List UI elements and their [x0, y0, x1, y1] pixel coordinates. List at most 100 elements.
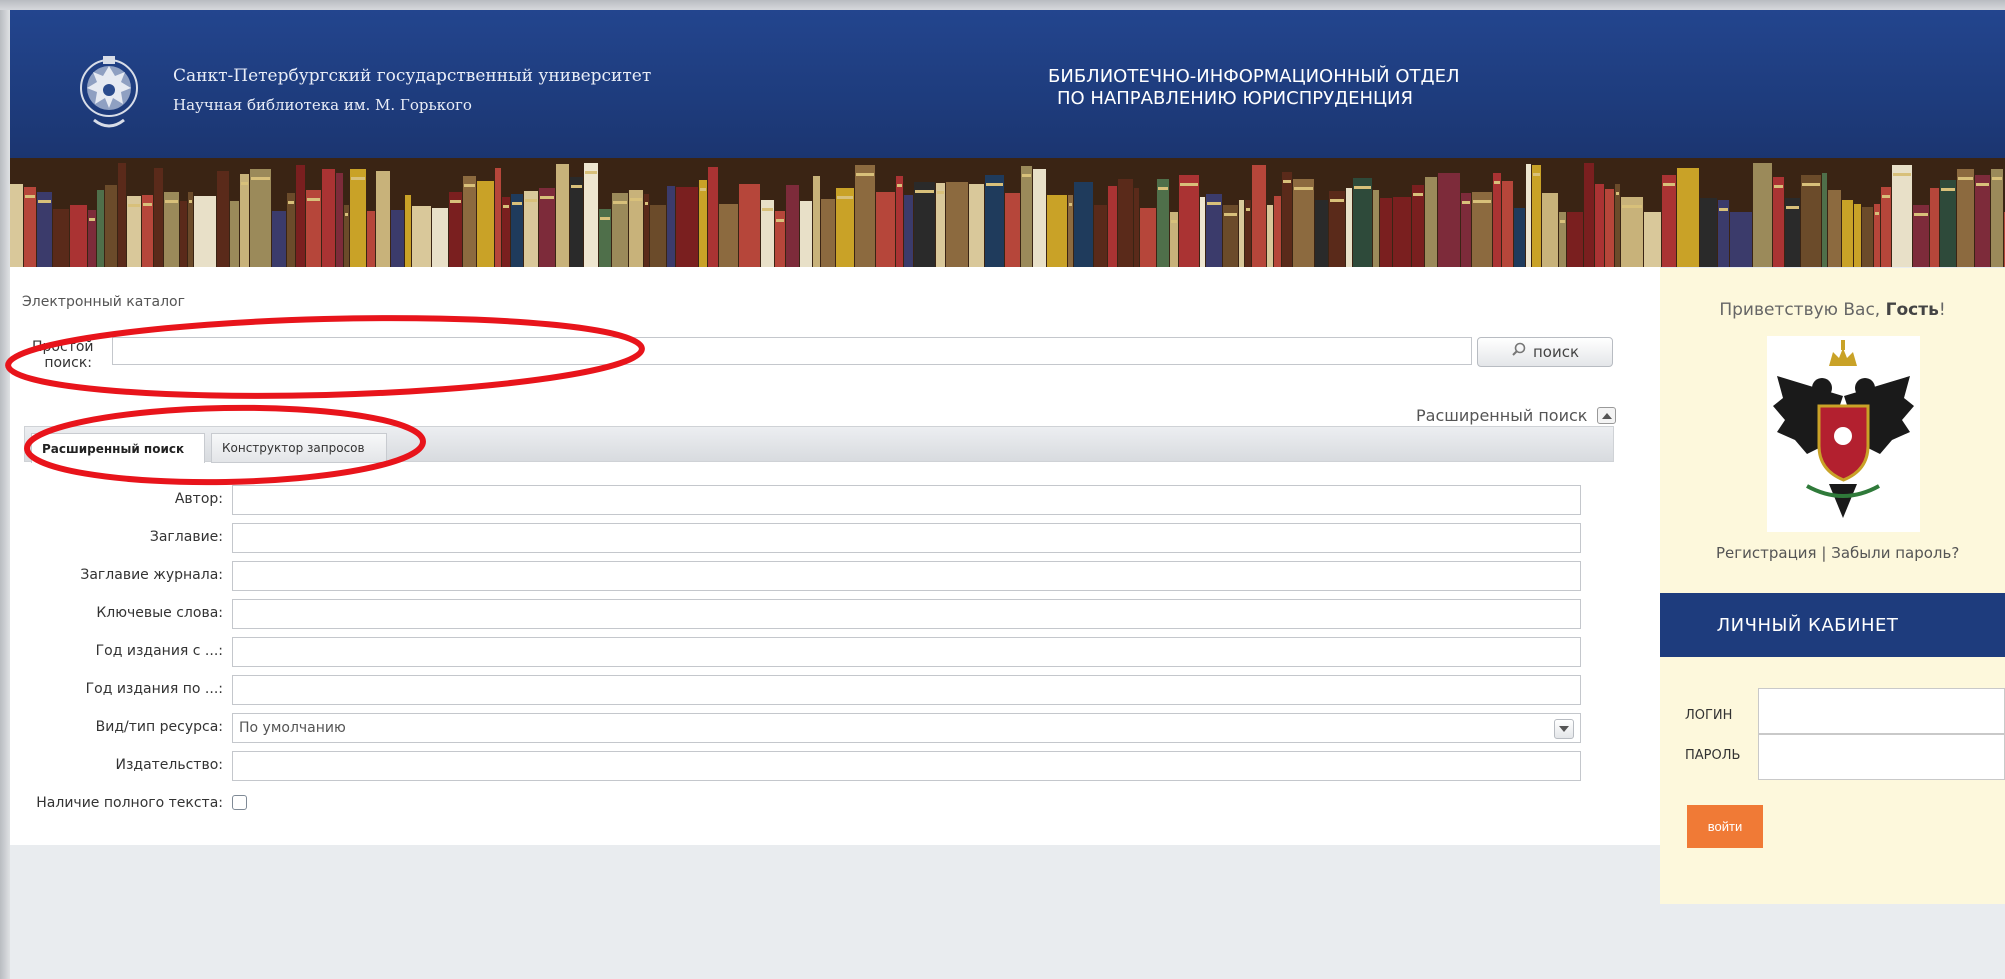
resource-type-select[interactable]: По умолчанию	[232, 713, 1581, 743]
book-spine	[1532, 165, 1541, 267]
tab-query-builder[interactable]: Конструктор запросов	[211, 433, 387, 463]
password-field[interactable]	[1758, 734, 2005, 780]
book-spine	[1200, 197, 1205, 267]
book-spine	[1282, 172, 1292, 267]
book-spine	[1595, 184, 1604, 267]
collapse-arrow-icon[interactable]	[1597, 407, 1617, 424]
book-spine	[495, 168, 501, 267]
field-label: Год издания по ...:	[85, 681, 223, 697]
book-spine-band	[1022, 174, 1031, 177]
book-spine-band	[307, 198, 320, 201]
book-spine	[800, 201, 812, 267]
book-spine-band	[1992, 177, 2002, 180]
book-spine-band	[915, 190, 934, 193]
book-spine	[477, 181, 494, 267]
form-row-year-to: Год издания по ...:	[10, 675, 1630, 705]
book-spine	[1108, 186, 1117, 267]
book-spine	[240, 174, 249, 267]
publisher-field[interactable]	[232, 751, 1581, 781]
book-spine	[1274, 196, 1281, 267]
simple-search-input[interactable]	[112, 337, 1472, 365]
advanced-search-toggle-label: Расширенный поиск	[1416, 406, 1588, 425]
form-row-journal-title: Заглавие журнала:	[10, 561, 1630, 591]
book-spine-band	[600, 217, 610, 220]
book-spine-band	[1494, 181, 1500, 184]
book-spine	[432, 208, 448, 267]
year-from-field[interactable]	[232, 637, 1581, 667]
login-button[interactable]: войти	[1687, 805, 1763, 848]
library-name: Научная библиотека им. М. Горького	[173, 96, 472, 114]
book-spine	[53, 209, 69, 267]
book-spine-band	[645, 202, 648, 205]
book-spine-band	[1069, 203, 1072, 206]
search-button[interactable]: поиск	[1477, 337, 1613, 367]
register-link[interactable]: Регистрация	[1716, 544, 1817, 562]
book-spine	[37, 192, 52, 267]
personal-cabinet-title: ЛИЧНЫЙ КАБИНЕТ	[1716, 614, 1899, 636]
university-logo-icon[interactable]	[74, 50, 144, 138]
book-spine	[1605, 189, 1614, 267]
site-header: Санкт-Петербургский государственный унив…	[10, 10, 2005, 158]
book-spine-band	[1976, 183, 1989, 186]
book-spine-band	[1774, 185, 1783, 188]
field-label: Заглавие журнала:	[80, 567, 223, 583]
journal-title-field[interactable]	[232, 561, 1581, 591]
book-spine-band	[1354, 186, 1371, 189]
login-field[interactable]	[1758, 688, 2005, 734]
resource-type-value: По умолчанию	[239, 720, 346, 736]
book-spine	[1438, 173, 1460, 267]
book-spine	[1828, 190, 1841, 267]
greeting-exclaim: !	[1938, 300, 1946, 320]
book-spine-band	[1802, 183, 1820, 186]
book-spine	[1584, 163, 1594, 267]
title-field[interactable]	[232, 523, 1581, 553]
field-label: Вид/тип ресурса:	[95, 719, 223, 735]
book-spine	[164, 192, 179, 267]
keywords-field[interactable]	[232, 599, 1581, 629]
book-spine-band	[1207, 202, 1221, 205]
book-spine	[667, 186, 675, 267]
book-spine-band	[1462, 201, 1470, 204]
book-spine	[1991, 169, 2003, 267]
window-bezel-left	[0, 10, 10, 979]
book-spine	[296, 165, 305, 267]
book-spine	[376, 171, 390, 267]
book-spine	[813, 176, 820, 267]
book-spine-band	[1224, 213, 1237, 216]
book-spine	[105, 185, 117, 267]
field-label: Заглавие:	[149, 529, 223, 545]
book-spine	[739, 184, 760, 267]
book-spine	[1373, 190, 1379, 267]
book-spine-band	[1533, 173, 1540, 176]
book-spine	[676, 187, 698, 267]
author-field[interactable]	[232, 485, 1581, 515]
search-icon	[1511, 342, 1527, 362]
fulltext-checkbox[interactable]	[232, 795, 247, 810]
book-spine-band	[700, 188, 706, 191]
book-spine-band	[571, 185, 582, 188]
forgot-password-link[interactable]: Забыли пароль?	[1831, 544, 1959, 562]
chevron-down-icon[interactable]	[1554, 719, 1574, 739]
account-links: Регистрация | Забыли пароль?	[1716, 544, 1959, 562]
year-to-field[interactable]	[232, 675, 1581, 705]
book-spine	[449, 192, 462, 267]
book-spine	[180, 201, 187, 267]
greeting-text: Приветствую Вас,	[1719, 300, 1881, 320]
book-spine	[1801, 175, 1821, 267]
book-spine-band	[1914, 213, 1928, 216]
book-spine	[412, 206, 431, 267]
advanced-search-toggle[interactable]: Расширенный поиск	[1416, 406, 1617, 425]
book-spine	[1353, 178, 1372, 267]
book-spine-band	[1719, 208, 1728, 211]
tab-advanced-search[interactable]: Расширенный поиск	[31, 433, 205, 463]
book-spine-band	[1560, 220, 1565, 223]
book-spine-band	[897, 184, 902, 187]
breadcrumb[interactable]: Электронный каталог	[22, 294, 185, 310]
book-spine	[1842, 200, 1853, 267]
book-spine	[1179, 175, 1199, 267]
book-spine-band	[1283, 180, 1291, 183]
book-spine	[1074, 182, 1093, 267]
book-spine	[217, 171, 229, 267]
book-spine	[539, 188, 555, 267]
book-spine-band	[937, 191, 944, 194]
